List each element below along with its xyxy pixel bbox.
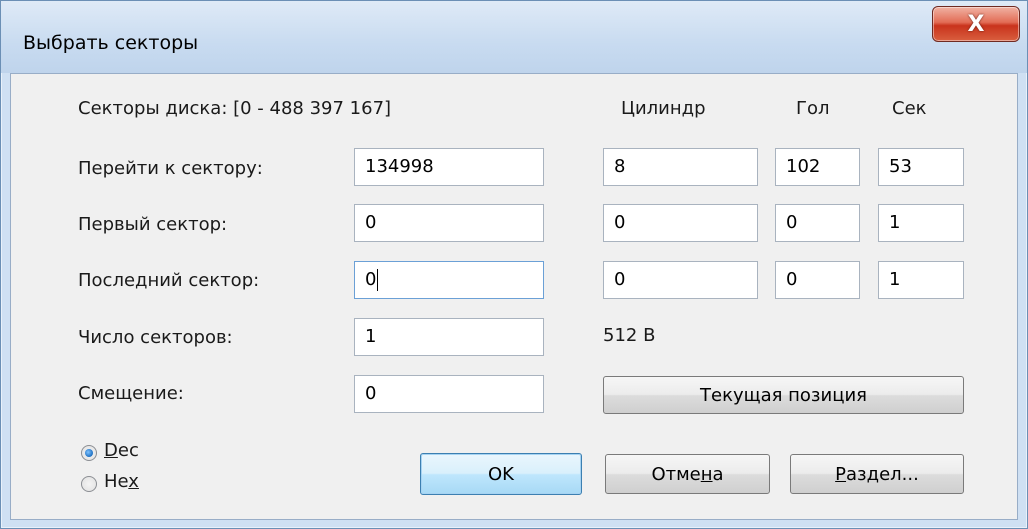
head-column-header: Гол: [796, 98, 830, 119]
first-head-input[interactable]: 0: [775, 204, 860, 242]
dialog-body: Секторы диска: [0 - 488 397 167] Цилиндр…: [10, 73, 1018, 520]
sector-column-header: Сек: [892, 98, 927, 119]
last-sec-input[interactable]: 1: [878, 261, 964, 299]
first-cylinder-input[interactable]: 0: [603, 204, 758, 242]
offset-label: Смещение:: [78, 383, 184, 404]
close-button[interactable]: X: [932, 6, 1020, 42]
first-sec-input[interactable]: 1: [878, 204, 964, 242]
title-bar[interactable]: Выбрать секторы X: [1, 1, 1027, 73]
partition-button[interactable]: Раздел...: [790, 454, 964, 494]
hex-radio-label[interactable]: Hex: [104, 471, 139, 492]
goto-sector-input[interactable]: 134998: [354, 148, 544, 186]
close-icon: X: [967, 11, 985, 37]
hex-radio[interactable]: [81, 476, 97, 492]
ok-button[interactable]: OK: [420, 453, 582, 495]
last-head-input[interactable]: 0: [775, 261, 860, 299]
cancel-button[interactable]: Отме н а: [605, 454, 770, 494]
dec-radio[interactable]: [81, 445, 97, 461]
text-caret: [377, 269, 379, 291]
disk-range-label: Секторы диска: [0 - 488 397 167]: [78, 98, 392, 119]
dialog-window: Выбрать секторы X Секторы диска: [0 - 48…: [0, 0, 1028, 529]
sector-size-text: 512 B: [603, 325, 656, 346]
dec-radio-label[interactable]: Dec: [104, 440, 139, 461]
cylinder-column-header: Цилиндр: [621, 98, 706, 119]
last-sector-label: Последний сектор:: [78, 270, 260, 291]
last-sector-input[interactable]: 0: [354, 261, 544, 299]
goto-sec-input[interactable]: 53: [878, 148, 964, 186]
sector-count-input[interactable]: 1: [354, 318, 544, 356]
offset-input[interactable]: 0: [354, 375, 544, 413]
current-position-button[interactable]: Текущая позиция: [603, 376, 964, 414]
first-sector-label: Первый сектор:: [78, 214, 228, 235]
goto-sector-label: Перейти к сектору:: [78, 158, 263, 179]
goto-cylinder-input[interactable]: 8: [603, 148, 758, 186]
sector-count-label: Число секторов:: [78, 327, 233, 348]
last-cylinder-input[interactable]: 0: [603, 261, 758, 299]
last-sector-value: 0: [365, 269, 377, 290]
goto-head-input[interactable]: 102: [775, 148, 860, 186]
window-title: Выбрать секторы: [23, 32, 199, 54]
first-sector-input[interactable]: 0: [354, 204, 544, 242]
